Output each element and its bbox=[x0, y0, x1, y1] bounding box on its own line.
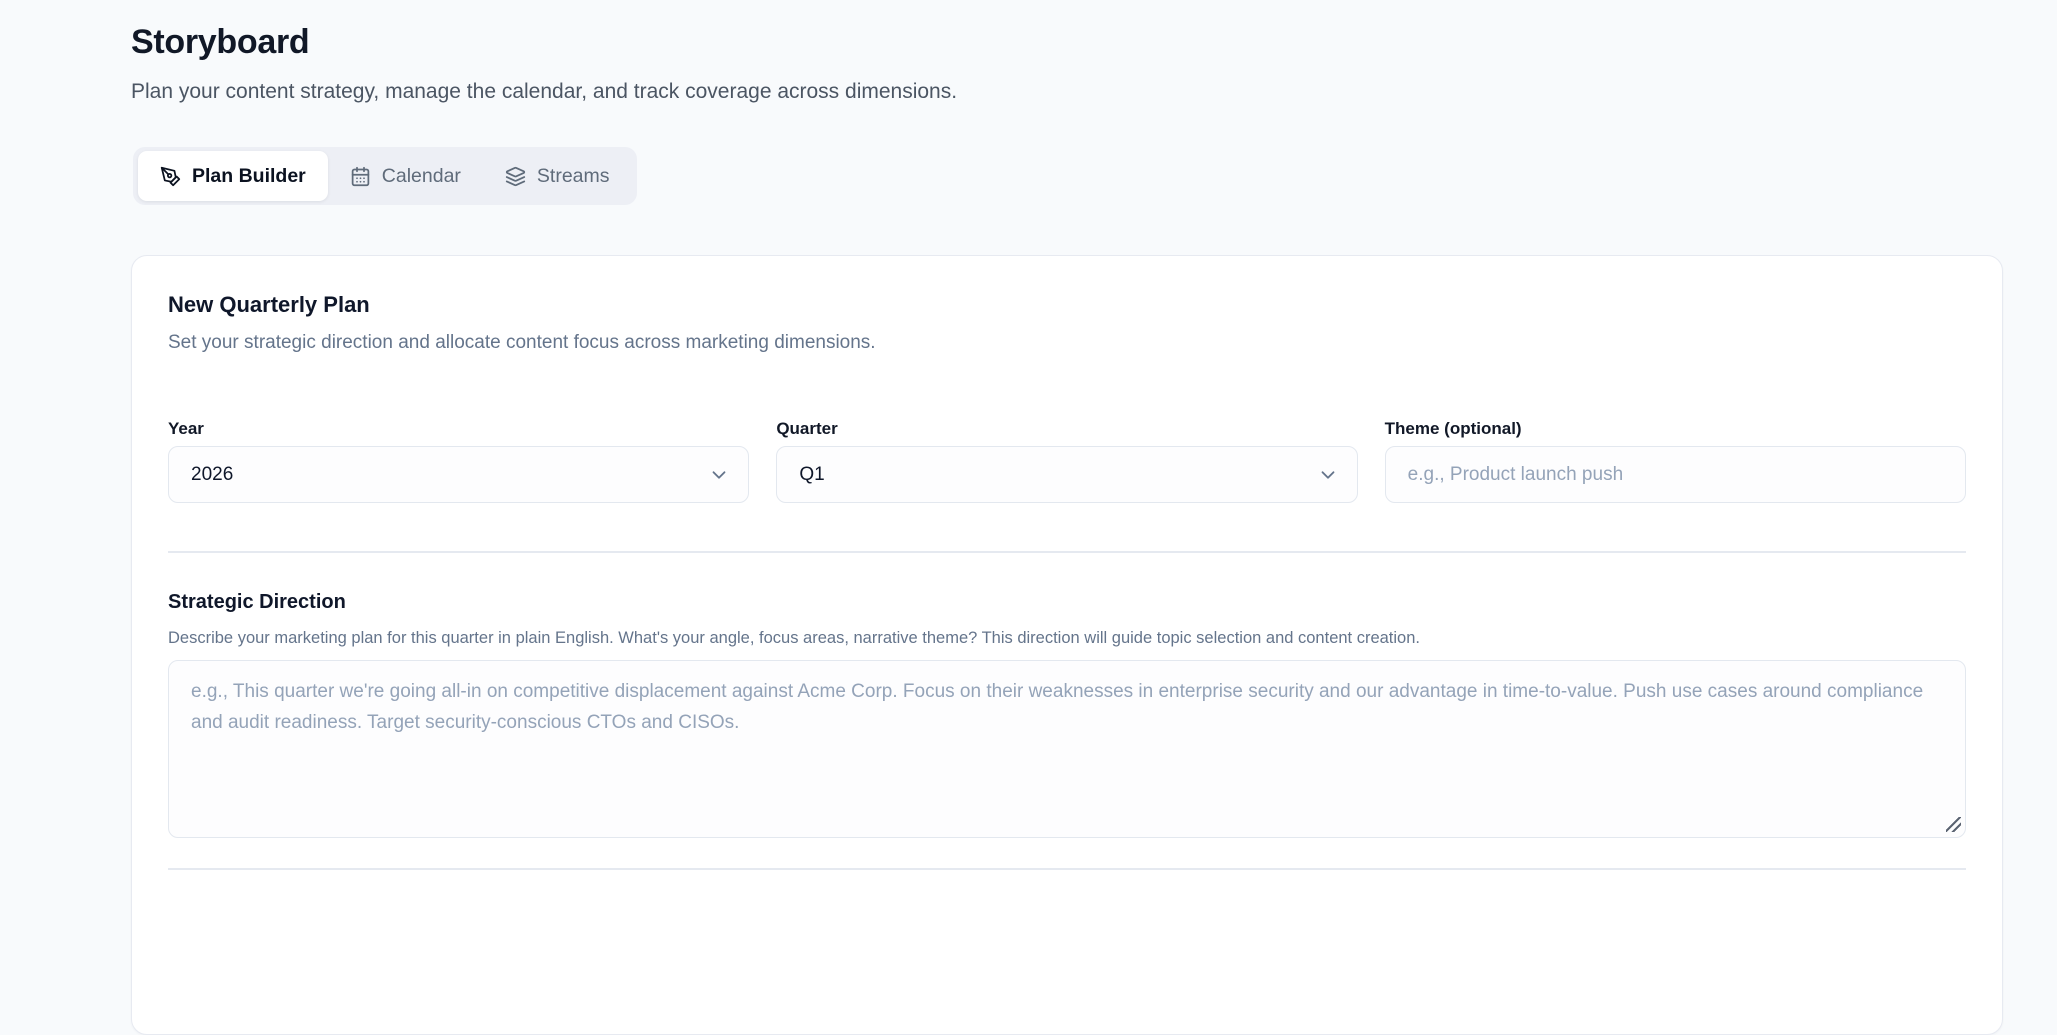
year-field: Year 2026 bbox=[168, 418, 749, 503]
strategic-direction-description: Describe your marketing plan for this qu… bbox=[168, 627, 1966, 649]
quarter-select-value: Q1 bbox=[799, 464, 824, 486]
page-subtitle: Plan your content strategy, manage the c… bbox=[131, 78, 2005, 106]
divider bbox=[168, 551, 1966, 553]
pen-tool-icon bbox=[160, 166, 181, 187]
strategic-direction-field bbox=[168, 660, 1966, 838]
theme-input[interactable] bbox=[1385, 446, 1966, 503]
quarter-select[interactable]: Q1 bbox=[776, 446, 1357, 503]
chevron-down-icon bbox=[1317, 464, 1339, 486]
storyboard-page: Storyboard Plan your content strategy, m… bbox=[131, 0, 2005, 1035]
page-title: Storyboard bbox=[131, 20, 2005, 64]
layers-icon bbox=[505, 166, 526, 187]
tab-calendar-label: Calendar bbox=[382, 165, 461, 188]
strategic-direction-textarea[interactable] bbox=[168, 660, 1966, 838]
theme-label: Theme (optional) bbox=[1385, 418, 1966, 440]
tab-plan-builder-label: Plan Builder bbox=[192, 165, 306, 188]
chevron-down-icon bbox=[708, 464, 730, 486]
divider bbox=[168, 868, 1966, 870]
calendar-icon bbox=[350, 166, 371, 187]
card-title: New Quarterly Plan bbox=[168, 290, 1966, 320]
tab-streams[interactable]: Streams bbox=[483, 151, 632, 201]
quarter-label: Quarter bbox=[776, 418, 1357, 440]
quarter-field: Quarter Q1 bbox=[776, 418, 1357, 503]
strategic-direction-heading: Strategic Direction bbox=[168, 589, 1966, 615]
tab-bar: Plan Builder Calendar Strea bbox=[133, 147, 637, 205]
theme-field: Theme (optional) bbox=[1385, 418, 1966, 503]
card-description: Set your strategic direction and allocat… bbox=[168, 330, 1966, 356]
new-quarterly-plan-card: New Quarterly Plan Set your strategic di… bbox=[131, 255, 2003, 1035]
resize-handle[interactable] bbox=[1946, 817, 1961, 832]
plan-settings-row: Year 2026 Quarter Q1 Theme (op bbox=[168, 418, 1966, 503]
tab-calendar[interactable]: Calendar bbox=[328, 151, 483, 201]
year-select-value: 2026 bbox=[191, 464, 233, 486]
year-label: Year bbox=[168, 418, 749, 440]
year-select[interactable]: 2026 bbox=[168, 446, 749, 503]
tab-streams-label: Streams bbox=[537, 165, 610, 188]
tab-plan-builder[interactable]: Plan Builder bbox=[138, 151, 328, 201]
